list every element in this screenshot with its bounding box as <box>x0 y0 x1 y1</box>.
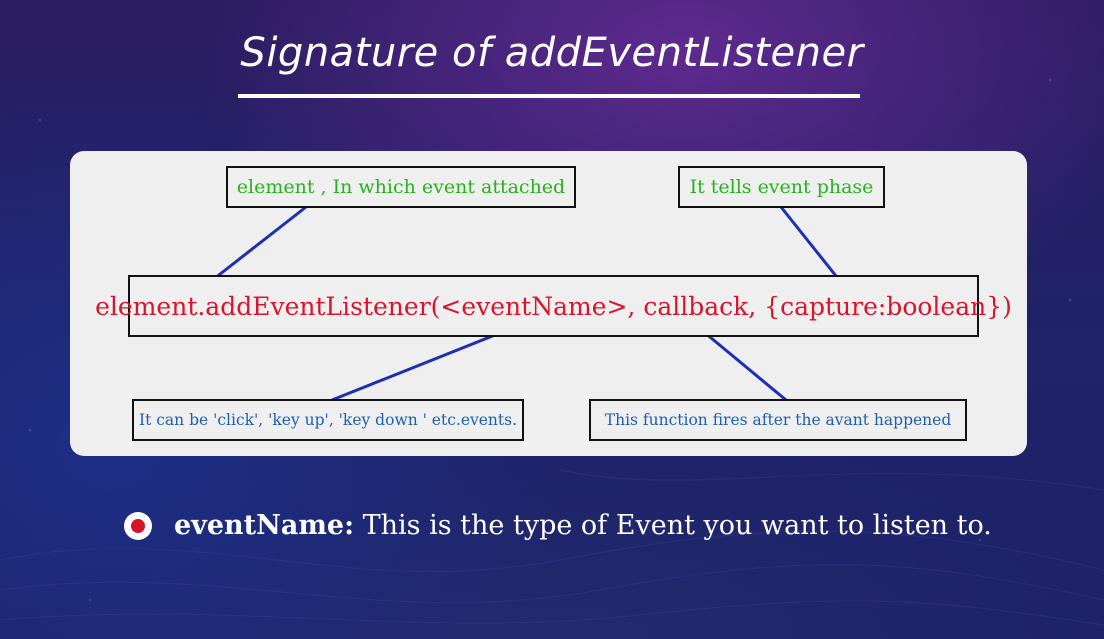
signature-diagram-panel: element , In which event attached It tel… <box>70 151 1027 456</box>
phase-note-box: It tells event phase <box>678 166 885 208</box>
signature-text: element.addEventListener(<eventName>, ca… <box>95 291 1012 321</box>
bullet-term: eventName: <box>174 510 355 541</box>
title-underline <box>238 94 860 98</box>
bullet-dot <box>131 518 145 533</box>
eventname-note-box: It can be 'click', 'key up', 'key down '… <box>132 399 524 441</box>
phase-note-text: It tells event phase <box>689 176 874 198</box>
element-note-text: element , In which event attached <box>236 176 566 198</box>
callback-note-text: This function fires after the avant happ… <box>604 411 952 429</box>
bullet-description: This is the type of Event you want to li… <box>354 510 992 541</box>
bullet-item: eventName: This is the type of Event you… <box>124 510 992 541</box>
slide-title: Signature of addEventListener <box>240 30 864 76</box>
callback-note-box: This function fires after the avant happ… <box>589 399 967 441</box>
bullet-text: eventName: This is the type of Event you… <box>174 510 992 541</box>
signature-box: element.addEventListener(<eventName>, ca… <box>95 275 1012 337</box>
eventname-note-text: It can be 'click', 'key up', 'key down '… <box>138 411 518 429</box>
element-note-box: element , In which event attached <box>226 166 576 208</box>
bullet-icon <box>124 511 152 540</box>
